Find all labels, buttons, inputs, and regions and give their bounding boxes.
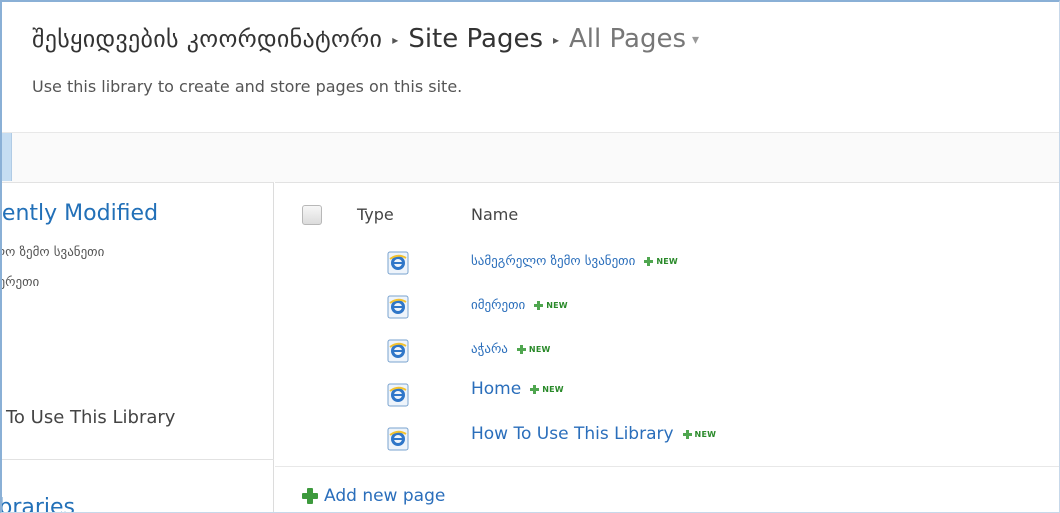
list-item: აჭარა NEW [275, 339, 1059, 369]
breadcrumb: შესყიდვების კოორდინატორი ▸ Site Pages ▸ … [32, 24, 699, 54]
page-link-text[interactable]: იმერეთი [471, 298, 525, 313]
list-item: How To Use This Library NEW [275, 424, 1059, 457]
sharepoint-window: შესყიდვების კოორდინატორი ▸ Site Pages ▸ … [0, 0, 1060, 513]
new-badge: NEW [530, 384, 564, 394]
page-link[interactable]: იმერეთი NEW [471, 298, 568, 313]
new-badge: NEW [644, 257, 678, 266]
page-link-text[interactable]: სამეგრელო ზემო სვანეთი [471, 254, 635, 269]
new-sparkle-icon [644, 257, 654, 266]
new-badge-text: NEW [546, 301, 568, 310]
breadcrumb-separator-icon: ▸ [552, 33, 560, 47]
page-link[interactable]: Home NEW [471, 379, 564, 399]
ie-page-icon [387, 339, 409, 363]
ie-page-icon [387, 295, 409, 319]
list-footer-divider [275, 466, 1059, 467]
breadcrumb-separator-icon: ▸ [392, 33, 399, 47]
new-badge-text: NEW [694, 429, 717, 439]
breadcrumb-library-link[interactable]: Site Pages [408, 24, 543, 54]
select-all-checkbox[interactable] [302, 205, 322, 225]
list-item: Home NEW [275, 379, 1059, 413]
column-header-name[interactable]: Name [471, 205, 518, 224]
new-sparkle-icon [516, 345, 526, 354]
page-link-text[interactable]: აჭარა [471, 342, 508, 357]
ribbon-bar [2, 132, 1059, 182]
breadcrumb-site-link[interactable]: შესყიდვების კოორდინატორი [32, 25, 382, 53]
libraries-heading[interactable]: Libraries [2, 495, 75, 512]
page-link-text[interactable]: How To Use This Library [471, 424, 674, 444]
new-badge-text: NEW [528, 345, 551, 354]
quick-launch: Recently Modified სამეგრელო ზემო სვანეთი… [1, 182, 274, 512]
recent-item-1[interactable]: სამეგრელო ზემო სვანეთი [2, 245, 104, 260]
chevron-down-icon[interactable]: ▾ [692, 32, 699, 48]
new-badge-text: NEW [656, 257, 678, 266]
new-badge: NEW [682, 429, 717, 439]
add-new-page-label[interactable]: Add new page [324, 486, 445, 506]
list-item: სამეგრელო ზემო სვანეთი NEW [275, 251, 1059, 281]
recent-item-3[interactable]: How To Use This Library [2, 407, 175, 428]
new-sparkle-icon [682, 429, 692, 439]
column-header-type[interactable]: Type [357, 205, 394, 224]
new-sparkle-icon [530, 384, 540, 394]
ie-page-icon [387, 383, 409, 407]
library-description: Use this library to create and store pag… [32, 77, 463, 96]
list-header: Type Name [275, 201, 1059, 231]
new-badge: NEW [534, 301, 568, 310]
add-new-page-link[interactable]: Add new page [302, 486, 445, 506]
new-badge: NEW [516, 345, 551, 354]
page-link[interactable]: სამეგრელო ზემო სვანეთი NEW [471, 254, 678, 269]
pages-list: Type Name სამეგრელო ზემო სვანეთი NEW იმე… [275, 182, 1059, 512]
ie-page-icon [387, 251, 409, 275]
page-link[interactable]: აჭარა NEW [471, 342, 551, 357]
page-link[interactable]: How To Use This Library NEW [471, 424, 716, 444]
list-item: იმერეთი NEW [275, 295, 1059, 325]
ribbon-tab-edge[interactable] [2, 133, 12, 181]
nav-divider [2, 459, 274, 460]
recently-modified-heading: Recently Modified [1, 201, 159, 226]
page-title-area: შესყიდვების კოორდინატორი ▸ Site Pages ▸ … [2, 2, 1059, 132]
new-sparkle-icon [534, 301, 544, 310]
page-link-text[interactable]: Home [471, 379, 521, 399]
new-badge-text: NEW [542, 384, 564, 394]
recent-item-2[interactable]: იმერეთი [2, 275, 39, 290]
view-selector[interactable]: All Pages [569, 24, 686, 54]
ie-page-icon [387, 427, 409, 451]
plus-icon [302, 488, 318, 504]
